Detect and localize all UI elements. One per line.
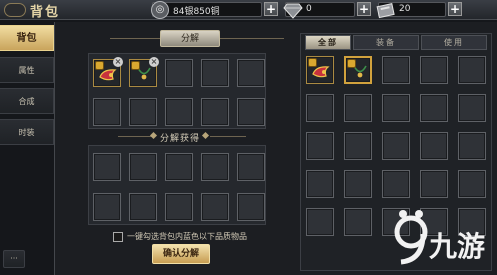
inventory-slot[interactable] [344,208,372,236]
silver-currency: ◎ 84银850铜 [151,1,262,19]
more-options-icon[interactable]: ··· [3,250,25,268]
result-slot[interactable] [165,153,193,181]
decompose-slot[interactable]: × [93,57,123,87]
inventory-slot[interactable] [382,170,410,198]
inventory-slot[interactable] [344,170,372,198]
tab-consumables[interactable]: 使用 [421,35,487,50]
decompose-slot[interactable] [129,98,157,126]
result-slot[interactable] [201,193,229,221]
sidebar-item-fashion[interactable]: 时装 [0,119,54,145]
auto-select-label: 一键勾选背包内蓝色以下品质物品 [127,232,247,241]
coin-icon: ◎ [151,1,169,19]
inventory-slot[interactable] [382,132,410,160]
sidebar-item-bag[interactable]: 背包 [0,25,54,51]
decompose-slot[interactable]: × [129,57,159,87]
decompose-slot[interactable] [165,59,193,87]
add-diamond-button[interactable]: + [357,2,371,16]
diamond-value: 0 [306,4,312,14]
result-slot[interactable] [129,193,157,221]
inventory-slot[interactable] [420,170,448,198]
diamond-icon [283,3,303,19]
result-slot[interactable] [93,193,121,221]
bag-emblem-icon [4,3,26,17]
jiuyou-watermark-logo: 九游 [394,210,485,265]
inventory-slot[interactable] [420,56,448,84]
decompose-slot[interactable] [237,59,265,87]
sidebar-item-attributes[interactable]: 属性 [0,57,54,83]
decompose-slot[interactable] [93,98,121,126]
tab-all[interactable]: 全部 [305,35,351,50]
result-divider-right [210,136,246,137]
silver-value: 84银850铜 [173,7,220,17]
inventory-slot[interactable] [458,132,486,160]
lock-icon [308,58,317,67]
inventory-slot[interactable] [306,94,334,122]
inventory-slot[interactable] [344,56,372,84]
auto-select-checkbox[interactable] [113,232,123,242]
tab-equipment[interactable]: 装备 [353,35,419,50]
inventory-slot[interactable] [458,170,486,198]
result-slot[interactable] [201,153,229,181]
result-slot[interactable] [93,153,121,181]
add-silver-button[interactable]: + [264,2,278,16]
inventory-slot[interactable] [344,94,372,122]
lock-icon [131,61,140,70]
inventory-slot[interactable] [420,132,448,160]
result-slot[interactable] [129,153,157,181]
ticket-value: 20 [399,4,411,14]
ticket-icon [376,3,395,19]
decompose-header: 分解 [160,30,220,47]
sidebar-item-craft[interactable]: 合成 [0,88,54,114]
decompose-result-label: 分解获得 [160,134,201,144]
top-bar: 背包 ◎ 84银850铜 + 0 + 20 + [0,0,497,20]
decompose-slot[interactable] [201,59,229,87]
result-slot[interactable] [237,153,265,181]
inventory-slot[interactable] [306,56,334,84]
inventory-slot[interactable] [306,208,334,236]
inventory-slot[interactable] [458,94,486,122]
add-ticket-button[interactable]: + [448,2,462,16]
inventory-slot[interactable] [458,56,486,84]
result-slot[interactable] [237,193,265,221]
window-title: 背包 [30,5,61,20]
result-divider-left [118,136,154,137]
confirm-decompose-button[interactable]: 确认分解 [152,244,210,264]
remove-icon[interactable]: × [113,57,123,67]
inventory-slot[interactable] [382,94,410,122]
inventory-slot[interactable] [382,56,410,84]
remove-icon[interactable]: × [149,57,159,67]
lock-icon [347,59,356,68]
inventory-slot[interactable] [306,170,334,198]
inventory-slot[interactable] [420,94,448,122]
result-slot[interactable] [165,193,193,221]
decompose-slot[interactable] [165,98,193,126]
inventory-slot[interactable] [306,132,334,160]
ticket-currency: 20 [376,2,446,19]
inventory-slot[interactable] [344,132,372,160]
decompose-slot[interactable] [201,98,229,126]
decompose-slot[interactable] [237,98,265,126]
lock-icon [95,61,104,70]
diamond-currency: 0 [283,2,355,19]
watermark-text: 九游 [429,230,485,263]
